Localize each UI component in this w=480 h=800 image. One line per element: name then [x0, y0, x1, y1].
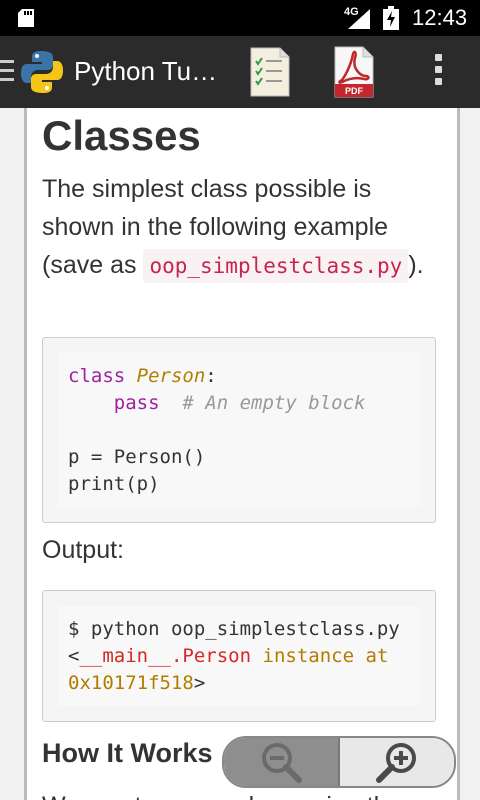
output-block: $ python oop_simplestclass.py <__main__.… — [42, 590, 436, 722]
intro-end: ). — [408, 251, 424, 279]
pdf-icon[interactable]: PDF — [334, 46, 374, 98]
code-keyword-pass: pass — [113, 392, 160, 414]
zoom-control — [222, 736, 456, 788]
output-gt: > — [193, 672, 206, 694]
overflow-menu-icon[interactable] — [428, 54, 448, 90]
code-line-3: p = Person() — [68, 446, 206, 468]
partial-paragraph: We create a new class using the — [42, 792, 401, 800]
filename-code: oop_simplestclass.py — [143, 249, 409, 283]
zoom-in-button[interactable] — [340, 738, 454, 786]
output-block-inner: $ python oop_simplestclass.py <__main__.… — [58, 606, 420, 706]
code-class-name: Person — [136, 365, 206, 387]
output-listing: $ python oop_simplestclass.py <__main__.… — [58, 606, 420, 707]
code-block-inner: class Person: pass # An empty block p = … — [58, 353, 420, 507]
code-block: class Person: pass # An empty block p = … — [42, 337, 436, 523]
output-address: 0x10171f518 — [68, 672, 194, 694]
status-bar: 4G 12:43 — [0, 0, 480, 36]
output-label: Output: — [42, 536, 124, 564]
python-logo-icon[interactable] — [18, 48, 66, 96]
output-main: __main__ — [79, 645, 171, 667]
sd-card-icon — [18, 9, 34, 27]
article-view[interactable]: Classes The simplest class possible is s… — [24, 108, 460, 800]
zoom-in-icon — [376, 743, 416, 783]
drawer-menu-icon[interactable] — [0, 60, 14, 84]
code-colon: : — [205, 365, 217, 387]
code-keyword-class: class — [68, 365, 126, 387]
checklist-icon[interactable] — [250, 47, 290, 97]
output-line-1: $ python oop_simplestclass.py — [68, 618, 400, 640]
clock: 12:43 — [412, 5, 468, 30]
code-comment: # An empty block — [182, 392, 366, 414]
code-listing: class Person: pass # An empty block p = … — [58, 353, 420, 508]
app-bar: Python Tu… PDF — [0, 36, 480, 108]
app-title: Python Tu… — [74, 56, 218, 86]
output-person: .Person — [170, 645, 252, 667]
zoom-out-button[interactable] — [224, 738, 340, 786]
code-line-4: print(p) — [68, 473, 160, 495]
output-lt: < — [68, 645, 80, 667]
output-instance-at: instance at — [262, 645, 389, 667]
article-heading: Classes — [42, 112, 201, 159]
intro-paragraph: The simplest class possible is shown in … — [42, 170, 442, 284]
svg-text:PDF: PDF — [345, 86, 364, 96]
how-it-works-heading: How It Works — [42, 738, 213, 768]
zoom-out-icon — [262, 743, 302, 783]
signal-icon — [348, 9, 370, 29]
battery-charging-icon — [383, 6, 399, 30]
